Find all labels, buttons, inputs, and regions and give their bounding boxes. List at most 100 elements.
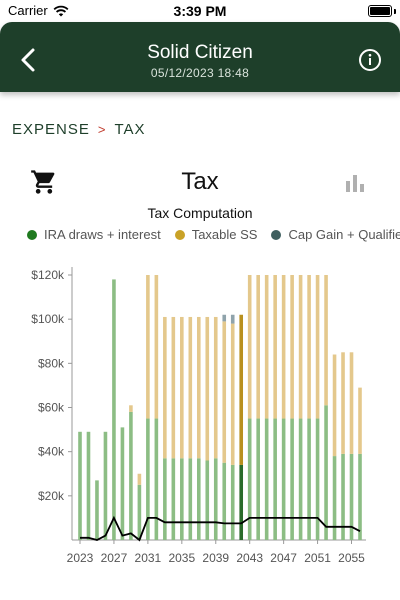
bar-segment — [281, 418, 286, 540]
bar-segment — [213, 316, 218, 459]
x-tick-label: 2035 — [168, 551, 195, 565]
bar-segment — [324, 275, 328, 406]
info-icon[interactable] — [358, 48, 382, 72]
bar-segment — [290, 275, 294, 419]
bar-segment — [137, 473, 142, 485]
chart-title: Tax Computation — [147, 205, 253, 221]
bar-segment — [103, 431, 108, 540]
bar-segment — [112, 279, 116, 540]
breadcrumb: EXPENSE > TAX — [12, 121, 146, 138]
bar-segment — [315, 275, 320, 419]
bar-segment — [341, 352, 345, 454]
header-title: Solid Citizen — [147, 42, 253, 63]
status-bar: Carrier 3:39 PM — [0, 0, 400, 22]
chart-legend: IRA draws + interest Taxable SS Cap Gain… — [27, 227, 400, 242]
bar-segment — [349, 352, 354, 454]
breadcrumb-separator: > — [97, 122, 107, 137]
bar-segment — [247, 418, 252, 540]
legend-item-taxable-ss[interactable]: Taxable SS — [174, 227, 258, 242]
bar-segment — [154, 418, 159, 540]
y-tick-label: $120k — [31, 268, 65, 282]
bar-segment — [120, 427, 125, 540]
legend-dot-taxable-ss — [174, 229, 185, 240]
bar-segment — [95, 480, 99, 540]
bar-segment — [315, 418, 320, 540]
tax-chart[interactable]: $20k $40k $60k $80k $100k $120k 2023 2027 2031 20… — [0, 265, 400, 575]
bar-segment — [358, 453, 362, 540]
bar-segment — [264, 418, 269, 540]
bar-segment — [222, 314, 227, 322]
header-subtitle: 05/12/2023 18:48 — [150, 66, 250, 80]
x-tick-label: 2039 — [202, 551, 229, 565]
breadcrumb-expense[interactable]: EXPENSE — [12, 121, 90, 138]
bar-segment — [146, 275, 150, 419]
bar-segment — [196, 458, 201, 540]
bar-segment — [239, 314, 244, 465]
bar-segment — [307, 418, 311, 540]
bar-segment — [324, 405, 328, 540]
legend-label-cap-gain: Cap Gain + Qualified — [288, 227, 400, 242]
bar-segment — [256, 418, 260, 540]
bar-segment — [129, 411, 133, 540]
bar-segment — [290, 418, 294, 540]
bar-segment — [180, 316, 184, 459]
bar-segment — [273, 275, 277, 419]
x-tick-label: 2047 — [270, 551, 297, 565]
app-header: Solid Citizen 05/12/2023 18:48 — [0, 22, 400, 92]
bar-segment — [78, 431, 82, 540]
legend-label-taxable-ss: Taxable SS — [191, 227, 258, 242]
bar-segment — [171, 316, 176, 459]
bar-segment — [86, 431, 91, 540]
x-tick-label: 2027 — [101, 551, 128, 565]
bar-segment — [273, 418, 277, 540]
status-time: 3:39 PM — [173, 3, 227, 19]
bar-segment — [230, 464, 235, 540]
bar-segment — [332, 354, 337, 457]
y-tick-label: $80k — [38, 356, 65, 370]
bar-segment — [281, 275, 286, 419]
battery-icon — [368, 5, 392, 17]
bar-segment — [171, 458, 176, 540]
bar-segment — [298, 275, 303, 419]
bar-segment — [230, 314, 235, 324]
bar-chart-icon[interactable] — [344, 172, 366, 194]
bar-segment — [307, 275, 311, 419]
bar-segment — [129, 405, 133, 412]
bar-segment — [154, 275, 159, 419]
legend-dot-cap-gain — [271, 229, 282, 240]
bar-segment — [239, 464, 244, 540]
bar-segment — [205, 460, 210, 540]
bar-segment — [256, 275, 260, 419]
y-tick-label: $60k — [38, 401, 65, 415]
legend-label-ira: IRA draws + interest — [44, 227, 161, 242]
y-tick-label: $40k — [38, 445, 65, 459]
legend-item-ira[interactable]: IRA draws + interest — [27, 227, 161, 242]
x-tick-label: 2051 — [304, 551, 331, 565]
bar-segment — [222, 462, 227, 540]
bar-segment — [163, 458, 167, 540]
bar-segment — [298, 418, 303, 540]
bar-segment — [358, 387, 362, 454]
x-tick-label: 2043 — [236, 551, 263, 565]
y-tick-label: $100k — [31, 312, 65, 326]
legend-dot-ira — [27, 229, 37, 240]
bar-segment — [247, 275, 252, 419]
bar-segment — [163, 316, 167, 459]
y-tick-label: $20k — [38, 489, 65, 503]
bar-segment — [196, 316, 201, 459]
breadcrumb-tax: TAX — [114, 121, 146, 138]
bar-segment — [188, 458, 193, 540]
bar-segment — [180, 458, 184, 540]
bar-segment — [205, 316, 210, 461]
bar-segment — [188, 316, 193, 459]
bar-segment — [213, 458, 218, 540]
x-tick-label: 2055 — [338, 551, 365, 565]
battery-tip — [394, 9, 396, 14]
bar-segment — [222, 321, 227, 463]
bar-segment — [264, 275, 269, 419]
bar-segment — [137, 484, 142, 540]
x-tick-label: 2023 — [67, 551, 94, 565]
section-title: Tax — [181, 168, 219, 195]
legend-item-cap-gain[interactable]: Cap Gain + Qualified — [271, 227, 400, 242]
bar-segment — [230, 323, 235, 465]
